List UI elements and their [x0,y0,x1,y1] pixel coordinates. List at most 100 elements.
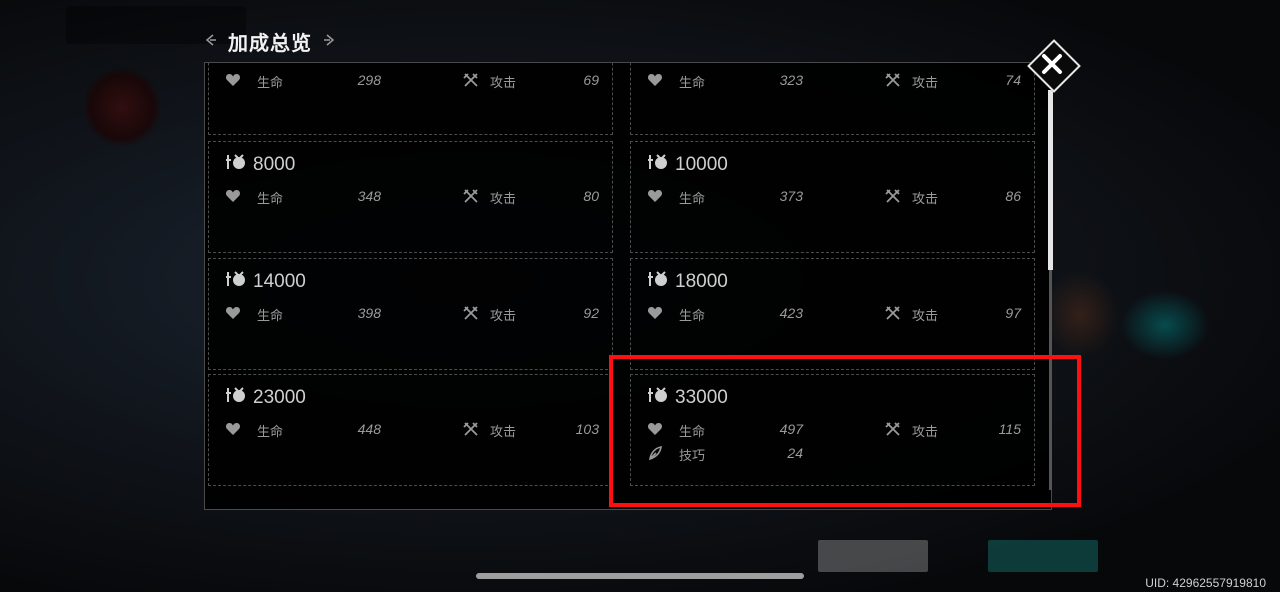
card-header: 18000 [647,269,728,294]
stat-value-hp: 423 [779,305,803,321]
stat-label-hp: 生命 [679,308,706,323]
stat-row: 生命 448 攻击 103 [225,419,600,439]
bonus-card: 33000 生命 497 攻击 115 技巧 24 [630,374,1035,486]
heart-icon [647,72,663,91]
stat-label-atk: 攻击 [912,308,939,323]
crossed-swords-icon [885,421,901,440]
heart-icon [225,188,241,207]
bonus-threshold: 14000 [253,270,306,292]
stat-label-atk: 攻击 [490,424,517,439]
bonus-card: 生命 298 攻击 69 [208,63,613,135]
card-header: 23000 [225,385,306,410]
bonus-threshold: 8000 [253,153,296,175]
background-emblem [84,64,160,150]
stat-value-atk: 92 [583,305,599,321]
card-header: 14000 [225,269,306,294]
stat-row: 生命 373 攻击 86 [647,186,1022,206]
stat-value-atk: 80 [583,188,599,204]
bonus-tier-icon [225,269,247,294]
bonus-overview-panel[interactable]: 生命 298 攻击 69 生命 323 攻击 74 8000 生命 348 攻击 [204,62,1052,510]
bonus-threshold: 18000 [675,270,728,292]
background-glow [1120,290,1210,360]
bonus-threshold: 33000 [675,386,728,408]
stat-label-hp: 生命 [257,308,284,323]
stat-value-hp: 497 [779,421,803,437]
card-header: 10000 [647,152,728,177]
crossed-swords-icon [885,305,901,324]
bonus-card: 8000 生命 348 攻击 80 [208,141,613,253]
crossed-swords-icon [885,188,901,207]
stat-value-atk: 69 [583,72,599,88]
background-button-gray [818,540,928,572]
stat-label-atk: 攻击 [490,308,517,323]
close-button[interactable] [1027,39,1081,93]
stat-value-hp: 298 [357,72,381,88]
stat-label-hp: 生命 [257,75,284,90]
stat-value-atk: 86 [1005,188,1021,204]
bonus-tier-icon [647,152,669,177]
crossed-swords-icon [463,72,479,91]
stat-value-hp: 373 [779,188,803,204]
bonus-card: 生命 323 攻击 74 [630,63,1035,135]
bonus-card: 23000 生命 448 攻击 103 [208,374,613,486]
uid-label: UID: 42962557919810 [1145,576,1266,590]
panel-title-bar: 加成总览 [204,28,336,55]
stat-label-atk: 攻击 [490,191,517,206]
bonus-card: 10000 生命 373 攻击 86 [630,141,1035,253]
crossed-swords-icon [463,188,479,207]
heart-icon [225,305,241,324]
crossed-swords-icon [463,421,479,440]
bonus-tier-icon [225,385,247,410]
stat-label-atk: 攻击 [912,75,939,90]
title-ornament-right-icon [322,33,336,50]
home-indicator[interactable] [476,573,804,579]
heart-icon [225,72,241,91]
stat-value-hp: 348 [357,188,381,204]
skill-feather-icon [647,445,663,464]
heart-icon [647,421,663,440]
stat-label-hp: 生命 [679,424,706,439]
heart-icon [225,421,241,440]
stat-row: 生命 323 攻击 74 [647,70,1022,90]
stat-value-skill: 24 [787,445,803,461]
stat-value-hp: 398 [357,305,381,321]
panel-scrollbar[interactable] [1048,90,1053,490]
stat-label-hp: 生命 [257,191,284,206]
card-header: 8000 [225,152,295,177]
stat-label-atk: 攻击 [490,75,517,90]
heart-icon [647,305,663,324]
stat-row-extra: 技巧 24 [647,443,1022,463]
close-x-icon [1042,54,1062,74]
stat-value-hp: 323 [779,72,803,88]
panel-title: 加成总览 [228,32,312,55]
stat-row: 生命 348 攻击 80 [225,186,600,206]
stat-label-skill: 技巧 [679,448,706,463]
stat-label-hp: 生命 [679,191,706,206]
stat-label-hp: 生命 [679,75,706,90]
crossed-swords-icon [463,305,479,324]
bonus-tier-icon [225,152,247,177]
stat-value-atk: 103 [575,421,599,437]
card-header: 33000 [647,385,728,410]
stat-value-hp: 448 [357,421,381,437]
bonus-card: 14000 生命 398 攻击 92 [208,258,613,370]
bonus-card: 18000 生命 423 攻击 97 [630,258,1035,370]
bonus-tier-icon [647,269,669,294]
bonus-threshold: 23000 [253,386,306,408]
stat-row: 生命 398 攻击 92 [225,303,600,323]
stat-label-atk: 攻击 [912,424,939,439]
stat-label-hp: 生命 [257,424,284,439]
crossed-swords-icon [885,72,901,91]
background-glow-orange [1040,270,1120,360]
bonus-tier-icon [647,385,669,410]
stat-value-atk: 74 [1005,72,1021,88]
title-ornament-left-icon [204,33,218,50]
stat-row: 生命 423 攻击 97 [647,303,1022,323]
stat-row: 生命 497 攻击 115 [647,419,1022,439]
heart-icon [647,188,663,207]
stat-value-atk: 97 [1005,305,1021,321]
scrollbar-thumb[interactable] [1048,90,1053,270]
bonus-threshold: 10000 [675,153,728,175]
stat-row: 生命 298 攻击 69 [225,70,600,90]
stat-value-atk: 115 [998,421,1021,437]
